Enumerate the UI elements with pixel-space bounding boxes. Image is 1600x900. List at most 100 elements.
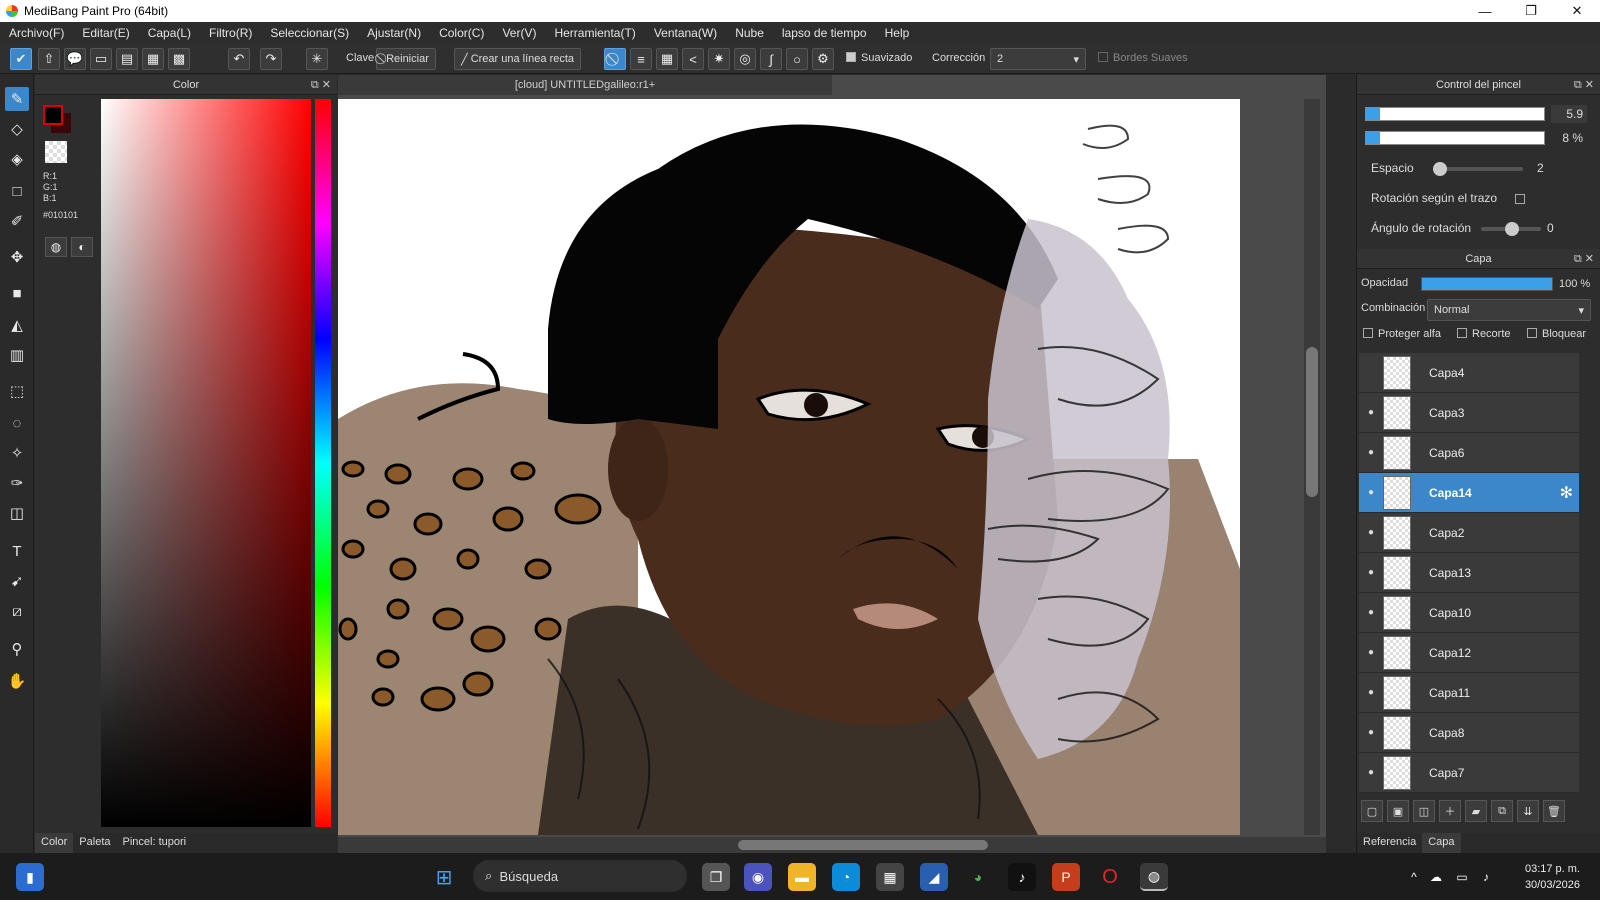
visibility-eye-icon[interactable]: ● [1359, 647, 1383, 658]
chrome-icon[interactable]: ◕ [964, 863, 992, 891]
tiktok-icon[interactable]: ♪ [1008, 863, 1036, 891]
select-tool-icon[interactable]: ⬚ [5, 379, 29, 403]
delete-layer-icon[interactable]: 🗑 [1543, 800, 1565, 822]
layer-row[interactable]: ● Capa12 [1359, 633, 1579, 673]
new-8bit-layer-icon[interactable]: ◫ [1413, 800, 1435, 822]
bloquear-checkbox[interactable]: Bloquear [1527, 328, 1586, 340]
menu-filtro[interactable]: Filtro(R) [200, 26, 261, 40]
text-tool-icon[interactable]: T [5, 539, 29, 563]
espacio-knob[interactable] [1433, 162, 1447, 176]
visibility-eye-icon[interactable]: ● [1359, 487, 1383, 498]
layer-row[interactable]: ● Capa14 ✻ [1359, 473, 1579, 513]
select-pen-icon[interactable]: ✑ [5, 471, 29, 495]
menu-capa[interactable]: Capa(L) [139, 26, 200, 40]
color-palette-icon[interactable]: ◍ [45, 237, 67, 257]
layout-icon[interactable]: ▩ [168, 48, 190, 70]
layer-opacity-slider[interactable] [1421, 277, 1553, 291]
fill-rect-icon[interactable]: ■ [5, 281, 29, 305]
brush-size-value[interactable]: 5.9 [1551, 105, 1587, 123]
tab-color[interactable]: Color [35, 833, 74, 853]
eyedropper-tool-icon[interactable]: ⚲ [5, 637, 29, 661]
layer-row[interactable]: ● Capa2 [1359, 513, 1579, 553]
brush-opacity-slider[interactable] [1365, 131, 1545, 145]
parallel-snap-icon[interactable]: ≡ [630, 48, 652, 70]
menu-seleccionar[interactable]: Seleccionar(S) [261, 26, 358, 40]
move-tool-icon[interactable]: ✥ [5, 245, 29, 269]
curve-snap-icon[interactable]: ∫ [760, 48, 782, 70]
panel-popout-close-icon[interactable]: ⧉ ✕ [311, 78, 331, 92]
lasso-tool-icon[interactable]: ◌ [5, 411, 29, 435]
redo-icon[interactable]: ↷ [260, 48, 282, 70]
visibility-eye-icon[interactable]: ● [1359, 687, 1383, 698]
tab-capa[interactable]: Capa [1422, 833, 1461, 853]
bordes-suaves-checkbox[interactable]: Bordes Suaves [1098, 52, 1188, 64]
undo-icon[interactable]: ↶ [228, 48, 250, 70]
layer-row[interactable]: ● Capa13 [1359, 553, 1579, 593]
search-box[interactable]: ⌕ Búsqueda [473, 860, 687, 892]
menu-ver[interactable]: Ver(V) [493, 26, 545, 40]
document-tab[interactable]: [cloud] UNTITLEDgalileo:r1+ [338, 75, 832, 95]
snap-settings-icon[interactable]: ⚙ [812, 48, 834, 70]
brush-size-slider[interactable] [1365, 107, 1545, 121]
angulo-slider[interactable] [1481, 222, 1541, 236]
layer-row[interactable]: ● Capa7 [1359, 753, 1579, 793]
close-button[interactable]: ✕ [1554, 0, 1600, 22]
perspective-snap-icon[interactable]: < [682, 48, 704, 70]
espacio-slider[interactable] [1433, 162, 1523, 176]
weather-icon[interactable]: ☁ [1426, 863, 1446, 891]
task-view-icon[interactable]: ❐ [702, 863, 730, 891]
layer-row[interactable]: ● Capa3 [1359, 393, 1579, 433]
magic-wand-icon[interactable]: ✧ [5, 441, 29, 465]
layer-row[interactable]: ● Capa10 [1359, 593, 1579, 633]
circle-snap-icon[interactable]: ○ [786, 48, 808, 70]
comment-icon[interactable]: ▭ [90, 48, 112, 70]
suavizado-checkbox[interactable]: Suavizado [846, 52, 912, 64]
maximize-button[interactable]: ❐ [1508, 0, 1554, 22]
recorte-checkbox[interactable]: Recorte [1457, 328, 1511, 340]
proteger-alfa-checkbox[interactable]: Proteger alfa [1363, 328, 1441, 340]
opera-icon[interactable]: O [1096, 863, 1124, 891]
vertical-scroll-thumb[interactable] [1306, 347, 1318, 497]
gradient-tool-icon[interactable]: ▥ [5, 343, 29, 367]
horizontal-scroll-thumb[interactable] [738, 840, 988, 850]
visibility-eye-icon[interactable]: ● [1359, 727, 1383, 738]
menu-color[interactable]: Color(C) [430, 26, 493, 40]
hand-tool-icon[interactable]: ✋ [5, 669, 29, 693]
menu-nube[interactable]: Nube [726, 26, 773, 40]
layer-row[interactable]: Capa4 [1359, 353, 1579, 393]
combinacion-select[interactable]: Normal ▾ [1427, 299, 1591, 321]
panel-icon[interactable]: ▦ [142, 48, 164, 70]
grid-snap-icon[interactable]: ▦ [656, 48, 678, 70]
eraser-tool-icon[interactable]: ◇ [5, 117, 29, 141]
saturation-value-picker[interactable] [101, 99, 311, 827]
divide-tool-icon[interactable]: ⧄ [5, 599, 29, 623]
panel-popout-close-icon[interactable]: ⧉ ✕ [1574, 252, 1594, 266]
file-explorer-icon[interactable]: ▬ [788, 863, 816, 891]
clock[interactable]: 03:17 p. m. 30/03/2026 [1525, 861, 1580, 893]
pen-tool-icon[interactable]: ✐ [5, 209, 29, 233]
minimize-button[interactable]: — [1462, 0, 1508, 22]
menu-lapso[interactable]: lapso de tiempo [773, 26, 876, 40]
export-icon[interactable]: ⇧ [38, 48, 60, 70]
select-eraser-icon[interactable]: ◫ [5, 501, 29, 525]
menu-ajustar[interactable]: Ajustar(N) [358, 26, 430, 40]
tab-paleta[interactable]: Paleta [73, 833, 116, 853]
layer-row[interactable]: ● Capa8 [1359, 713, 1579, 753]
operation-tool-icon[interactable]: ➹ [5, 569, 29, 593]
page-icon[interactable]: ▤ [116, 48, 138, 70]
visibility-eye-icon[interactable]: ● [1359, 527, 1383, 538]
menu-help[interactable]: Help [876, 26, 919, 40]
add-layer-menu-icon[interactable]: ＋ [1439, 800, 1461, 822]
angulo-knob[interactable] [1505, 222, 1519, 236]
bucket-tool-icon[interactable]: ◭ [5, 313, 29, 337]
foreground-color-swatch[interactable] [43, 105, 63, 125]
panel-popout-close-icon[interactable]: ⧉ ✕ [1574, 78, 1594, 92]
new-layer-icon[interactable]: ▢ [1361, 800, 1383, 822]
medibang-icon[interactable]: ◍ [1140, 863, 1168, 891]
windows-start-icon[interactable]: ⊞ [430, 863, 458, 891]
network-icon[interactable]: ▭ [1452, 863, 1472, 891]
visibility-eye-icon[interactable]: ● [1359, 767, 1383, 778]
snap-off-icon[interactable]: ⃠ [604, 48, 626, 70]
concentric-snap-icon[interactable]: ◎ [734, 48, 756, 70]
hue-slider[interactable] [315, 99, 331, 827]
